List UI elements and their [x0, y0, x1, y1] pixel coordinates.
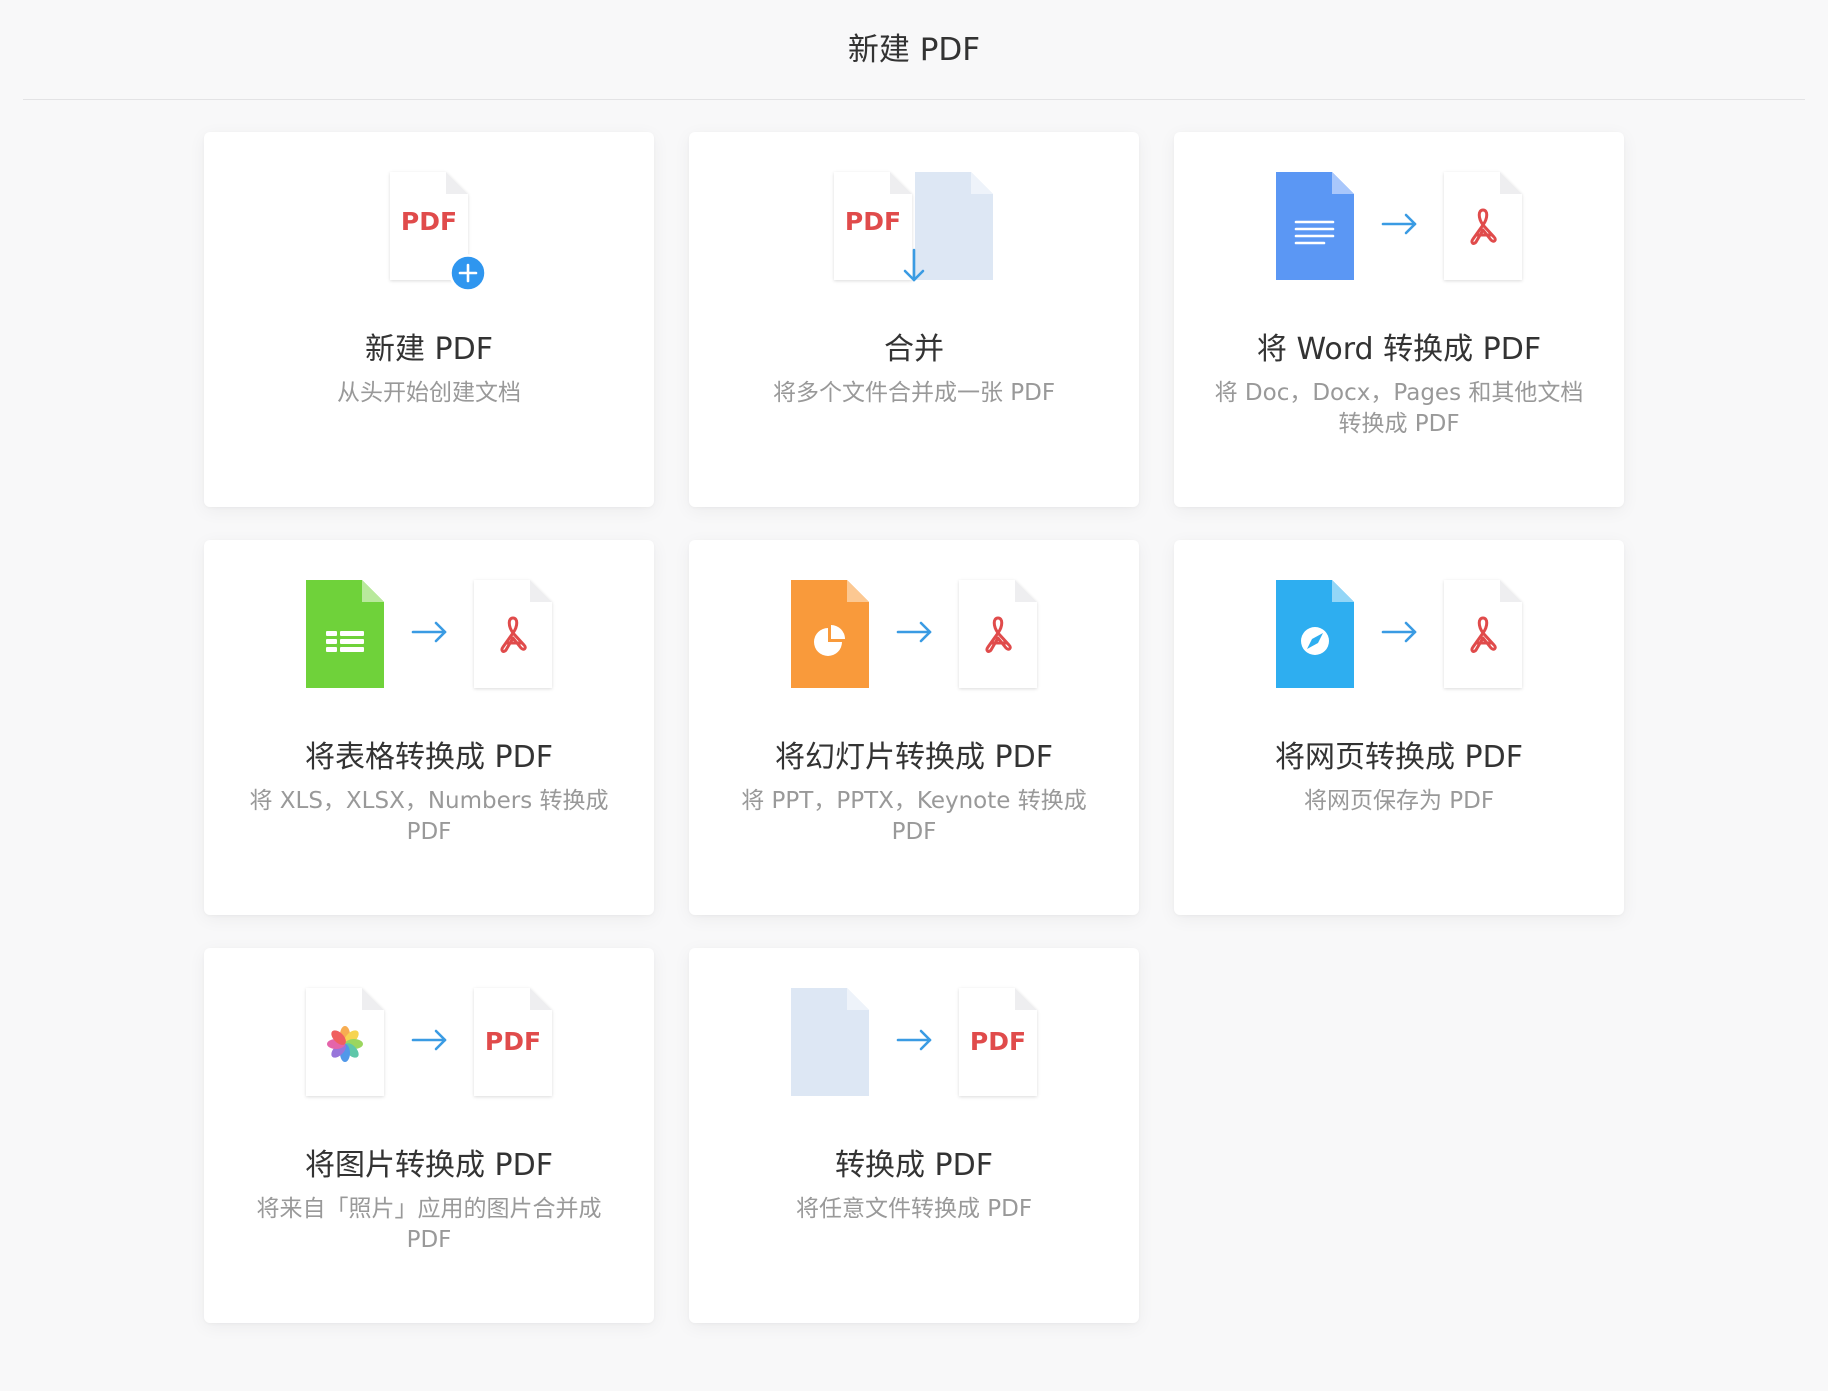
pdf-badge-text: PDF [401, 207, 457, 236]
page-title: 新建 PDF [847, 32, 981, 68]
card-subtitle: 将 Doc，Docx，Pages 和其他文档转换成 PDF [1214, 380, 1584, 437]
card-subtitle: 将 PPT，PPTX，Keynote 转换成 PDF [741, 788, 1087, 845]
arrow-right-icon [411, 1029, 447, 1051]
arrow-right-icon [1381, 621, 1417, 643]
slides-to-pdf-card[interactable]: 将幻灯片转换成 PDF 将 PPT，PPTX，Keynote 转换成 PDF [689, 540, 1139, 915]
convert-to-pdf-card[interactable]: PDF 转换成 PDF 将任意文件转换成 PDF [689, 948, 1139, 1323]
arrow-right-icon [896, 1029, 932, 1051]
acrobat-document-icon [1444, 172, 1522, 280]
pdf-badge-text: PDF [845, 207, 901, 236]
slides-to-pdf-icon [791, 580, 1037, 688]
options-grid: PDF 新建 PDF 从头开始创建文档 PDF 合并 将多个文件合并成一张 PD… [204, 132, 1624, 1323]
word-to-pdf-icon [1276, 172, 1522, 280]
card-title: 将 Word 转换成 PDF [1256, 332, 1542, 367]
photos-document-icon [306, 988, 384, 1096]
spreadsheet-to-pdf-card[interactable]: 将表格转换成 PDF 将 XLS，XLSX，Numbers 转换成 PDF [204, 540, 654, 915]
card-title: 将图片转换成 PDF [305, 1148, 553, 1183]
new-pdf-card[interactable]: PDF 新建 PDF 从头开始创建文档 [204, 132, 654, 507]
pdf-document-icon: PDF [959, 988, 1037, 1096]
file-to-pdf-icon: PDF [791, 988, 1037, 1096]
images-to-pdf-icon: PDF [306, 988, 552, 1096]
card-subtitle: 将 XLS，XLSX，Numbers 转换成 PDF [249, 788, 609, 845]
spreadsheet-to-pdf-icon [306, 580, 552, 688]
word-to-pdf-card[interactable]: 将 Word 转换成 PDF 将 Doc，Docx，Pages 和其他文档转换成… [1174, 132, 1624, 507]
generic-document-icon [791, 988, 869, 1096]
pdf-document-icon: PDF [474, 988, 552, 1096]
plus-circle-icon [449, 254, 487, 292]
card-subtitle: 从头开始创建文档 [337, 380, 521, 406]
arrow-right-icon [1381, 213, 1417, 235]
acrobat-document-icon [959, 580, 1037, 688]
pdf-document-icon: PDF [834, 172, 912, 280]
merge-card[interactable]: PDF 合并 将多个文件合并成一张 PDF [689, 132, 1139, 507]
card-subtitle: 将网页保存为 PDF [1303, 788, 1495, 814]
card-title: 转换成 PDF [835, 1148, 993, 1183]
arrow-right-icon [896, 621, 932, 643]
new-pdf-document-icon: PDF [390, 172, 487, 292]
card-title: 将幻灯片转换成 PDF [775, 740, 1053, 775]
card-title: 新建 PDF [365, 332, 493, 367]
spreadsheet-document-icon [306, 580, 384, 688]
webpage-to-pdf-icon [1276, 580, 1522, 688]
photos-icon [327, 1026, 363, 1062]
images-to-pdf-card[interactable]: PDF 将图片转换成 PDF 将来自「照片」应用的图片合并成 PDF [204, 948, 654, 1323]
acrobat-document-icon [474, 580, 552, 688]
acrobat-document-icon [1444, 580, 1522, 688]
slides-document-icon [791, 580, 869, 688]
card-title: 将表格转换成 PDF [305, 740, 553, 775]
card-subtitle: 将多个文件合并成一张 PDF [772, 380, 1056, 406]
web-page-document-icon [1276, 580, 1354, 688]
pdf-badge-text: PDF [485, 1027, 541, 1056]
pdf-badge-text: PDF [970, 1027, 1026, 1056]
card-title: 合并 [884, 332, 944, 367]
card-title: 将网页转换成 PDF [1275, 740, 1523, 775]
plain-document-icon [915, 172, 993, 280]
merge-documents-icon: PDF [834, 172, 993, 282]
card-subtitle: 将来自「照片」应用的图片合并成 PDF [256, 1196, 602, 1253]
header-divider [23, 99, 1805, 100]
card-subtitle: 将任意文件转换成 PDF [795, 1196, 1033, 1222]
webpage-to-pdf-card[interactable]: 将网页转换成 PDF 将网页保存为 PDF [1174, 540, 1624, 915]
arrow-right-icon [411, 621, 447, 643]
word-document-icon [1276, 172, 1354, 280]
